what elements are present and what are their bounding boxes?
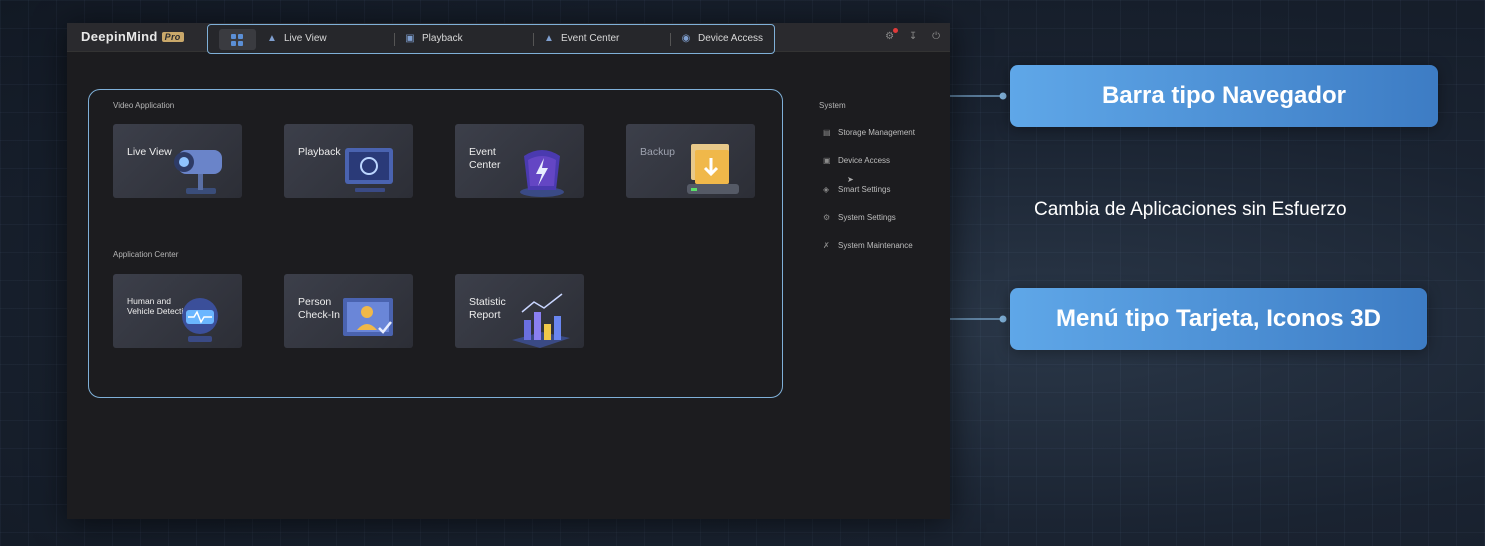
system-item-label: System Settings xyxy=(838,213,896,222)
home-grid-button[interactable] xyxy=(219,29,256,50)
power-icon[interactable]: ⏻ xyxy=(932,31,940,42)
card-statistic-report[interactable]: Statistic Report xyxy=(455,274,584,348)
notification-bell-icon[interactable]: ⚙ xyxy=(885,28,899,42)
application-center-label: Application Center xyxy=(113,250,179,259)
callout-browser-bar: Barra tipo Navegador xyxy=(1010,65,1438,127)
callout-text: Menú tipo Tarjeta, Iconos 3D xyxy=(1056,305,1381,332)
card-event-center[interactable]: Event Center xyxy=(455,124,584,198)
tab-divider xyxy=(670,33,671,46)
system-item-label: System Maintenance xyxy=(838,241,913,250)
device-icon: ◉ xyxy=(681,33,691,44)
smart-icon: ◈ xyxy=(823,185,830,194)
card-live-view[interactable]: Live View xyxy=(113,124,242,198)
tab-label: Device Access xyxy=(698,33,764,44)
monitor-playback-3d-icon xyxy=(345,148,393,192)
storage-icon: ▤ xyxy=(823,128,831,137)
system-item-label: Device Access xyxy=(838,156,891,165)
gear-icon: ⚙ xyxy=(823,213,831,222)
callout-card-menu: Menú tipo Tarjeta, Iconos 3D xyxy=(1010,288,1427,350)
playback-icon: ▣ xyxy=(405,33,415,44)
system-item-label: Smart Settings xyxy=(838,185,891,194)
system-title: System xyxy=(819,101,846,110)
folder-backup-3d-icon xyxy=(687,144,739,194)
tab-label: Playback xyxy=(422,33,463,44)
app-window: DeepinMind Pro ▲ Live View ▣ Playback ▲ Even… xyxy=(67,23,950,519)
system-item-label: Storage Management xyxy=(838,128,915,137)
grid-icon xyxy=(238,41,243,46)
system-item-device-access[interactable]: ▣ Device Access xyxy=(823,156,890,165)
tagline: Cambia de Aplicaciones sin Esfuerzo xyxy=(1034,199,1347,220)
top-bar: DeepinMind Pro ▲ Live View ▣ Playback ▲ Even… xyxy=(67,23,950,54)
tab-live-view[interactable]: ▲ Live View xyxy=(265,33,327,44)
card-playback[interactable]: Playback xyxy=(284,124,413,198)
tab-device-access[interactable]: ◉ Device Access xyxy=(679,33,763,44)
wrench-icon: ✗ xyxy=(823,241,830,250)
card-human-vehicle-detection[interactable]: Human and Vehicle Detection xyxy=(113,274,242,348)
grid-icon xyxy=(238,34,243,39)
camera-icon: ▲ xyxy=(267,33,277,44)
tab-playback[interactable]: ▣ Playback xyxy=(403,33,463,44)
logo-badge: Pro xyxy=(161,32,184,42)
device-icon: ▣ xyxy=(823,156,831,165)
card-backup[interactable]: Backup xyxy=(626,124,755,198)
tab-label: Event Center xyxy=(561,33,620,44)
mouse-cursor-icon: ➤ xyxy=(847,175,854,184)
browser-nav-bar: ▲ Live View ▣ Playback ▲ Event Center ◉ Devi… xyxy=(207,24,775,54)
robot-detection-3d-icon xyxy=(182,298,218,342)
tab-divider xyxy=(394,33,395,46)
card-person-check-in[interactable]: Person Check-In xyxy=(284,274,413,348)
camera-3d-icon xyxy=(174,150,222,194)
person-checkin-3d-icon xyxy=(343,298,393,336)
alarm-beacon-3d-icon xyxy=(520,150,564,197)
grid-icon xyxy=(231,41,236,46)
system-item-system-settings[interactable]: ⚙ System Settings xyxy=(823,213,896,222)
grid-icon xyxy=(231,34,236,39)
download-icon[interactable]: ↧ xyxy=(909,31,917,42)
system-item-smart-settings[interactable]: ◈ Smart Settings xyxy=(823,185,890,194)
system-item-storage-management[interactable]: ▤ Storage Management xyxy=(823,128,915,137)
tab-event-center[interactable]: ▲ Event Center xyxy=(542,33,619,44)
video-application-label: Video Application xyxy=(113,101,175,110)
notification-badge xyxy=(893,28,899,33)
tab-label: Live View xyxy=(284,33,327,44)
top-right-icons: ⚙ ↧ ⏻ xyxy=(873,28,940,42)
bar-chart-3d-icon xyxy=(512,293,570,348)
logo-text: DeepinMind xyxy=(81,29,158,44)
tab-divider xyxy=(533,33,534,46)
callout-text: Barra tipo Navegador xyxy=(1101,82,1347,109)
app-logo: DeepinMind Pro xyxy=(81,29,184,44)
system-item-system-maintenance[interactable]: ✗ System Maintenance xyxy=(823,241,913,250)
alarm-icon: ▲ xyxy=(544,33,554,44)
